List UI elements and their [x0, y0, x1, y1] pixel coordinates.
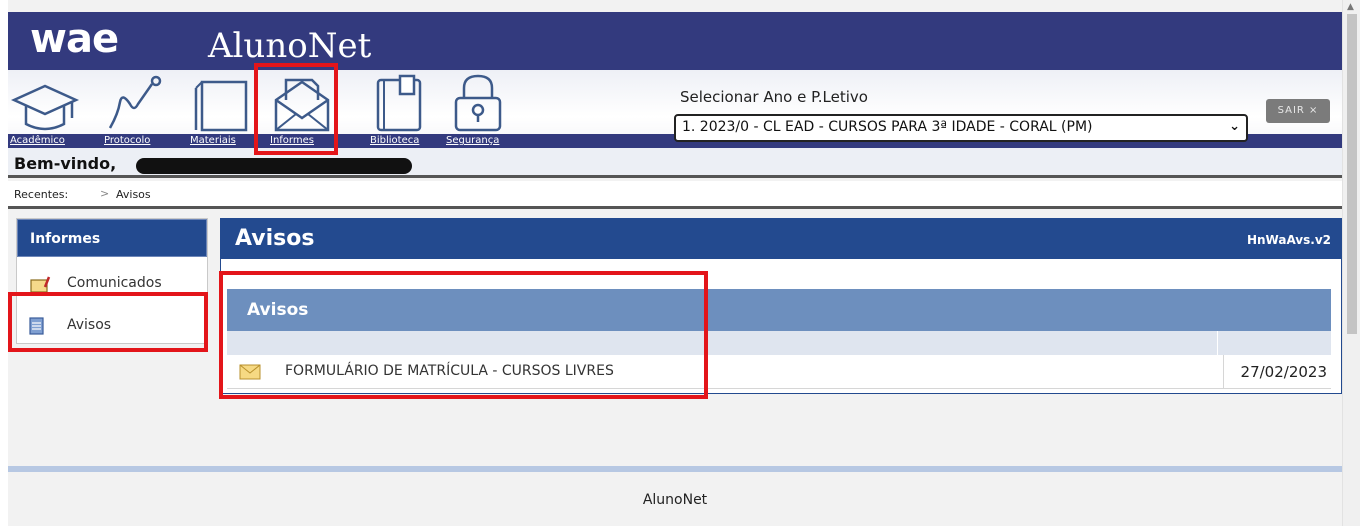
graduation-cap-icon [10, 84, 80, 131]
notepad-icon [30, 276, 51, 293]
periodo-label: Selecionar Ano e P.Letivo [680, 88, 868, 106]
footer-text: AlunoNet [642, 492, 708, 508]
avisos-section-title: Avisos [247, 300, 309, 320]
welcome-bar: Bem-vindo, [8, 148, 1342, 178]
document-icon [29, 317, 44, 335]
nav-label: Biblioteca [370, 135, 420, 146]
nav-materiais[interactable]: Materiais [190, 70, 256, 148]
page: wae AlunoNet Acadêmico Protocolo Materia… [8, 0, 1342, 526]
welcome-text: Bem-vindo, [14, 154, 117, 173]
nav-seguranca[interactable]: Segurança [446, 70, 516, 148]
sidebar-item-label: Avisos [67, 317, 112, 333]
library-book-icon [376, 74, 422, 132]
sidebar-item-comunicados[interactable]: Comunicados [17, 263, 207, 303]
avisos-section-header: Avisos [227, 289, 1331, 331]
nav-biblioteca[interactable]: Biblioteca [370, 70, 440, 148]
sidebar-header: Informes [17, 219, 207, 257]
breadcrumb-recent-label: Recentes: [14, 188, 69, 201]
panel-header: Avisos HnWaAvs.v2 [221, 219, 1341, 259]
table-header-divider [1217, 331, 1218, 355]
nav-label: Informes [270, 135, 314, 146]
aviso-title-link[interactable]: FORMULÁRIO DE MATRÍCULA - CURSOS LIVRES [285, 363, 614, 379]
nav-protocolo[interactable]: Protocolo [104, 70, 170, 148]
breadcrumb-separator-icon: > [100, 187, 110, 200]
table-row[interactable]: FORMULÁRIO DE MATRÍCULA - CURSOS LIVRES … [227, 355, 1331, 389]
chevron-down-icon: ⌄ [1229, 119, 1240, 134]
nav-label: Materiais [190, 135, 236, 146]
redacted-username [136, 158, 412, 174]
aviso-date-cell: 27/02/2023 [1223, 355, 1331, 389]
nav-label: Protocolo [104, 135, 151, 146]
lock-icon [454, 74, 502, 132]
envelope-icon [239, 364, 261, 380]
chart-line-icon [108, 75, 162, 129]
book-icon [194, 80, 248, 132]
nav-label: Acadêmico [10, 135, 65, 146]
scroll-thumb[interactable] [1347, 14, 1357, 334]
footer-divider [8, 466, 1342, 472]
nav-academico[interactable]: Acadêmico [10, 70, 88, 148]
sair-button[interactable]: SAIR × [1266, 99, 1330, 123]
sidebar-title: Informes [30, 231, 101, 247]
sidebar: Informes Comunicados Avisos [16, 218, 208, 344]
page-title: Avisos [235, 226, 315, 251]
nav-label: Segurança [446, 135, 500, 146]
avisos-panel: Avisos HnWaAvs.v2 Avisos FORMULÁRIO DE M… [220, 218, 1342, 394]
avisos-table-header [227, 331, 1331, 355]
wae-logo: wae [30, 16, 119, 62]
periodo-select[interactable]: 1. 2023/0 - CL EAD - CURSOS PARA 3ª IDAD… [674, 114, 1248, 142]
breadcrumb-link-avisos[interactable]: Avisos [116, 188, 151, 201]
aviso-date: 27/02/2023 [1240, 363, 1327, 381]
periodo-selected-value: 1. 2023/0 - CL EAD - CURSOS PARA 3ª IDAD… [682, 119, 1093, 135]
envelope-icon [274, 78, 330, 132]
sidebar-item-avisos[interactable]: Avisos [17, 305, 207, 345]
vertical-scrollbar[interactable]: ▲ [1342, 0, 1360, 526]
app-title: AlunoNet [208, 26, 372, 66]
page-version: HnWaAvs.v2 [1246, 233, 1331, 247]
nav-informes[interactable]: Informes [270, 70, 336, 148]
app-header: wae AlunoNet [8, 12, 1342, 70]
sidebar-item-label: Comunicados [67, 275, 162, 291]
breadcrumb: Recentes: > Avisos [8, 181, 1342, 209]
scroll-up-icon[interactable]: ▲ [1347, 2, 1354, 12]
